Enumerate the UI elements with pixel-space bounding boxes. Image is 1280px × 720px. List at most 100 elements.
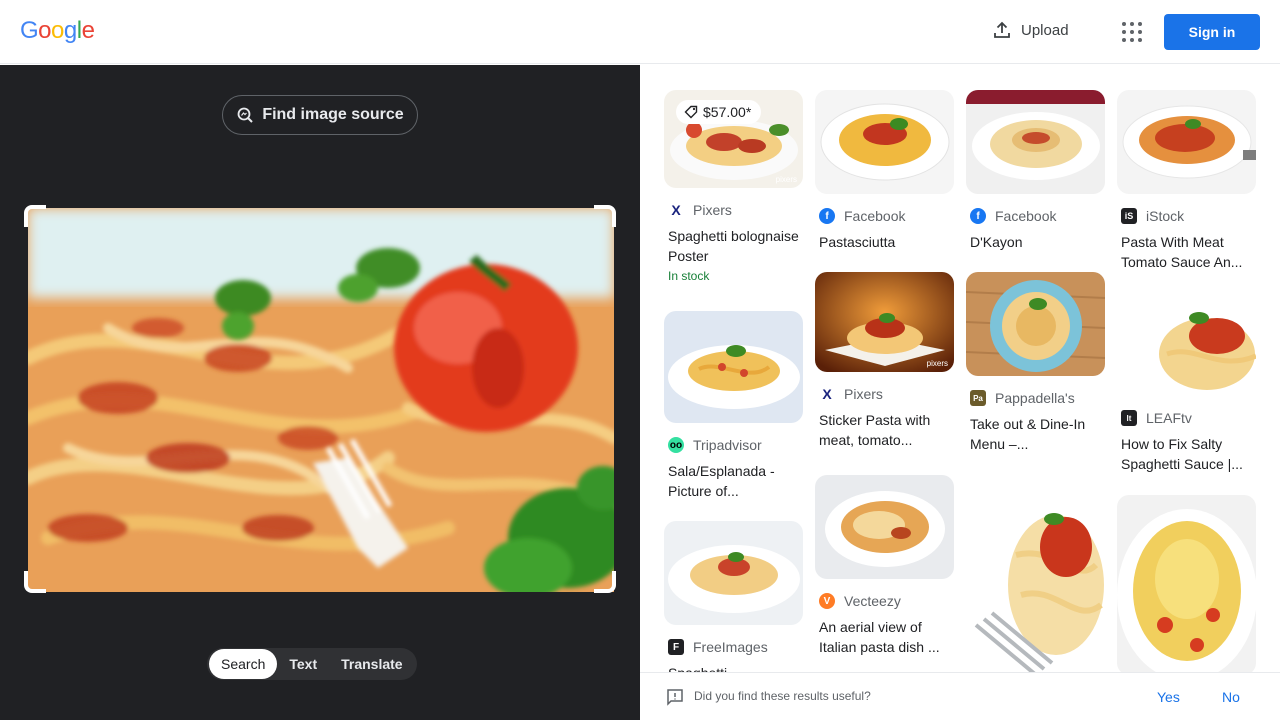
crop-handle-top-left[interactable] — [24, 205, 46, 227]
result-source: f Facebook — [815, 208, 954, 224]
result-source: lt LEAFtv — [1117, 410, 1256, 426]
result-thumbnail[interactable] — [966, 475, 1105, 672]
result-card[interactable]: Pa Pappadella's Take out & Dine-In Menu … — [966, 272, 1105, 454]
istock-icon: iS — [1121, 208, 1137, 224]
result-title[interactable]: D'Kayon — [966, 232, 1105, 252]
source-name: Pixers — [844, 386, 883, 402]
facebook-icon: f — [819, 208, 835, 224]
image-search-icon — [237, 107, 254, 123]
result-card[interactable]: pixers X Pixers Sticker Pasta with meat,… — [815, 272, 954, 450]
watermark: pixers — [926, 359, 948, 368]
result-thumbnail[interactable] — [664, 311, 803, 423]
result-thumbnail[interactable] — [966, 90, 1105, 194]
logo-letter: o — [38, 17, 52, 44]
result-title[interactable]: How to Fix Salty Spaghetti Sauce |... — [1117, 434, 1256, 474]
result-title[interactable]: Pasta With Meat Tomato Sauce An... — [1117, 232, 1256, 272]
result-title[interactable]: Sala/Esplanada - Picture of... — [664, 461, 803, 501]
result-card[interactable]: V Vecteezy An aerial view of Italian pas… — [815, 475, 954, 657]
query-panel: Find image source Search Text Translate — [0, 65, 640, 720]
source-name: Pixers — [693, 202, 732, 218]
freeimages-icon: F — [668, 639, 684, 655]
result-thumbnail[interactable]: pixers — [815, 272, 954, 372]
logo-letter: g — [63, 17, 77, 44]
visual-matches: $57.00* pixers X Pixers Spaghetti bologn… — [640, 65, 1280, 672]
tab-text[interactable]: Text — [277, 649, 329, 679]
source-name: Facebook — [844, 208, 906, 224]
logo-letter: e — [81, 17, 95, 44]
price-value: $57.00* — [703, 104, 752, 120]
top-bar: Google Upload Sign in — [0, 0, 1280, 64]
crop-handle-bottom-left[interactable] — [24, 571, 46, 593]
result-thumbnail[interactable] — [1117, 90, 1256, 194]
mode-switcher: Search Text Translate — [207, 648, 417, 680]
feedback-yes-button[interactable]: Yes — [1157, 689, 1180, 705]
crop-handle-bottom-right[interactable] — [594, 571, 616, 593]
logo-letter: o — [51, 17, 64, 44]
result-thumbnail[interactable] — [1117, 495, 1256, 672]
result-card[interactable]: f Facebook D'Kayon — [966, 90, 1105, 252]
result-source: F FreeImages — [664, 639, 803, 655]
source-name: Facebook — [995, 208, 1057, 224]
result-title[interactable]: Spaghetti bolognaise Poster — [664, 226, 803, 266]
find-image-source-button[interactable]: Find image source — [222, 95, 418, 135]
result-card[interactable]: iS iStock Pasta With Meat Tomato Sauce A… — [1117, 90, 1256, 272]
result-source: oo Tripadvisor — [664, 437, 803, 453]
facebook-icon: f — [970, 208, 986, 224]
pixers-icon: X — [668, 202, 684, 218]
pappadellas-icon: Pa — [970, 390, 986, 406]
result-card[interactable]: oo Tripadvisor Sala/Esplanada - Picture … — [664, 311, 803, 501]
upload-label: Upload — [1021, 21, 1069, 39]
source-name: LEAFtv — [1146, 410, 1192, 426]
result-source: Pa Pappadella's — [966, 390, 1105, 406]
result-card[interactable] — [1117, 495, 1256, 672]
result-title[interactable]: An aerial view of Italian pasta dish ... — [815, 617, 954, 657]
result-card[interactable]: lt LEAFtv How to Fix Salty Spaghetti Sau… — [1117, 292, 1256, 474]
result-source: X Pixers — [815, 386, 954, 402]
feedback-bar: Did you find these results useful? Yes N… — [640, 672, 1280, 720]
price-badge: $57.00* — [676, 100, 762, 124]
result-title[interactable]: Take out & Dine-In Menu –... — [966, 414, 1105, 454]
apps-grid-icon[interactable] — [1122, 22, 1142, 42]
vecteezy-icon: V — [819, 593, 835, 609]
pixers-icon: X — [819, 386, 835, 402]
google-logo[interactable]: Google — [20, 17, 95, 45]
feedback-no-button[interactable]: No — [1222, 689, 1240, 705]
feedback-icon — [667, 689, 683, 706]
result-thumbnail[interactable]: $57.00* pixers — [664, 90, 803, 188]
watermark: pixers — [775, 175, 797, 184]
source-name: Pappadella's — [995, 390, 1075, 406]
crop-handle-top-right[interactable] — [594, 205, 616, 227]
result-card[interactable]: F FreeImages Spaghetti... — [664, 521, 803, 672]
result-thumbnail[interactable] — [815, 90, 954, 194]
leaftv-icon: lt — [1121, 410, 1137, 426]
query-image — [28, 208, 614, 592]
tab-translate[interactable]: Translate — [329, 649, 414, 679]
result-thumbnail[interactable] — [966, 272, 1105, 376]
result-source: V Vecteezy — [815, 593, 954, 609]
availability-label: In stock — [668, 269, 710, 283]
source-name: Vecteezy — [844, 593, 901, 609]
feedback-question: Did you find these results useful? — [694, 689, 871, 703]
result-source: f Facebook — [966, 208, 1105, 224]
result-card[interactable]: f Facebook Pastasciutta — [815, 90, 954, 252]
upload-icon — [994, 21, 1010, 38]
source-name: FreeImages — [693, 639, 768, 655]
price-tag-icon — [684, 105, 698, 119]
upload-button[interactable]: Upload — [992, 20, 1069, 40]
result-source: iS iStock — [1117, 208, 1256, 224]
sign-in-button[interactable]: Sign in — [1164, 14, 1260, 50]
result-card[interactable]: $57.00* pixers X Pixers Spaghetti bologn… — [664, 90, 803, 283]
result-card[interactable] — [966, 475, 1105, 672]
result-title[interactable]: Pastasciutta — [815, 232, 954, 252]
result-thumbnail[interactable] — [1117, 292, 1256, 396]
result-title[interactable]: Spaghetti... — [664, 663, 803, 672]
result-title[interactable]: Sticker Pasta with meat, tomato... — [815, 410, 954, 450]
source-name: iStock — [1146, 208, 1185, 224]
result-thumbnail[interactable] — [815, 475, 954, 579]
tab-search[interactable]: Search — [209, 649, 278, 679]
source-name: Tripadvisor — [693, 437, 762, 453]
tripadvisor-icon: oo — [668, 437, 684, 453]
logo-letter: G — [20, 17, 39, 44]
result-source: X Pixers — [664, 202, 803, 218]
result-thumbnail[interactable] — [664, 521, 803, 625]
